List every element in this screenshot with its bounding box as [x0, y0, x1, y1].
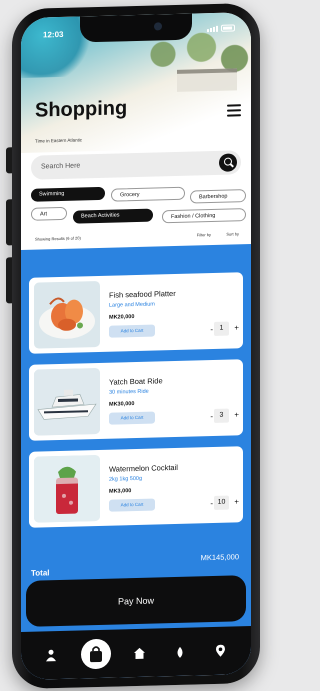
drop-icon[interactable] [169, 641, 191, 664]
search-input[interactable]: Search Here [41, 162, 80, 170]
results-count: Showing Results (6 of 20) [35, 235, 81, 242]
person-icon[interactable] [40, 644, 62, 667]
search-bar[interactable]: Search Here [31, 150, 241, 180]
signal-icon [207, 25, 218, 32]
product-image-cocktail [34, 454, 100, 523]
stage: 12:03 Shopping Time in Eastern Atlantic … [0, 0, 269, 691]
volume-up-button [6, 199, 12, 246]
add-to-cart-button[interactable]: Add to Cart [109, 498, 155, 512]
yacht-icon [34, 367, 100, 436]
status-time: 12:03 [43, 29, 64, 40]
chip-art[interactable]: Art [31, 206, 67, 221]
shrimp-plate-icon [39, 297, 95, 339]
phone-screen: 12:03 Shopping Time in Eastern Atlantic … [21, 11, 251, 681]
product-desc: 30 minutes Ride [109, 388, 149, 396]
cocktail-icon [34, 454, 100, 523]
total-label: Total [31, 568, 50, 578]
product-image-seafood [34, 280, 100, 349]
add-to-cart-button[interactable]: Add to Cart [109, 411, 155, 425]
qty-value[interactable]: 3 [214, 408, 229, 423]
product-card[interactable]: Yatch Boat Ride 30 minutes Ride MK30,000… [29, 359, 243, 441]
add-to-cart-button[interactable]: Add to Cart [109, 324, 155, 338]
total-value: MK145,000 [200, 552, 239, 563]
volume-down-button [6, 257, 12, 304]
product-name: Fish seafood Platter [109, 288, 176, 300]
product-price: MK30,000 [109, 401, 135, 408]
product-desc: 2kg 1kg 500g [109, 475, 143, 483]
product-card[interactable]: Fish seafood Platter Large and Medium MK… [29, 272, 243, 354]
menu-icon[interactable] [227, 104, 241, 117]
pay-now-button[interactable]: Pay Now [26, 575, 246, 627]
status-indicators [207, 24, 235, 32]
qty-value[interactable]: 10 [214, 495, 229, 510]
location-pin-icon[interactable] [210, 639, 232, 662]
product-image-yacht [34, 367, 100, 436]
sort-button[interactable]: Sort by [226, 231, 239, 236]
increase-qty-button[interactable]: + [234, 410, 239, 419]
page-title: Shopping [35, 97, 128, 122]
filter-button[interactable]: Filter by [197, 232, 211, 237]
product-name: Watermelon Cocktail [109, 462, 178, 474]
decrease-qty-button[interactable]: - [210, 325, 213, 334]
product-card[interactable]: Watermelon Cocktail 2kg 1kg 500g MK3,000… [29, 446, 243, 528]
chip-fashion-clothing[interactable]: Fashion / Clothing [162, 208, 246, 224]
decrease-qty-button[interactable]: - [210, 499, 213, 508]
chip-grocery[interactable]: Grocery [111, 186, 185, 202]
increase-qty-button[interactable]: + [234, 497, 239, 506]
bottom-nav [21, 625, 251, 681]
chip-beach-activities[interactable]: Beach Activities [73, 208, 153, 224]
search-icon[interactable] [219, 153, 237, 172]
battery-icon [221, 24, 235, 32]
shopping-bag-icon[interactable] [80, 638, 111, 670]
product-desc: Large and Medium [109, 301, 155, 309]
product-name: Yatch Boat Ride [109, 376, 163, 387]
mute-switch [6, 147, 12, 174]
chip-barbershop[interactable]: Barbershop [190, 189, 246, 204]
decrease-qty-button[interactable]: - [210, 412, 213, 421]
qty-value[interactable]: 1 [214, 321, 229, 336]
resort-building-graphic [177, 68, 237, 92]
increase-qty-button[interactable]: + [234, 323, 239, 332]
home-icon[interactable] [129, 642, 151, 665]
chip-swimming[interactable]: Swimming [31, 186, 105, 202]
phone-frame: 12:03 Shopping Time in Eastern Atlantic … [6, 2, 260, 690]
product-price: MK3,000 [109, 488, 132, 495]
product-price: MK20,000 [109, 314, 135, 321]
